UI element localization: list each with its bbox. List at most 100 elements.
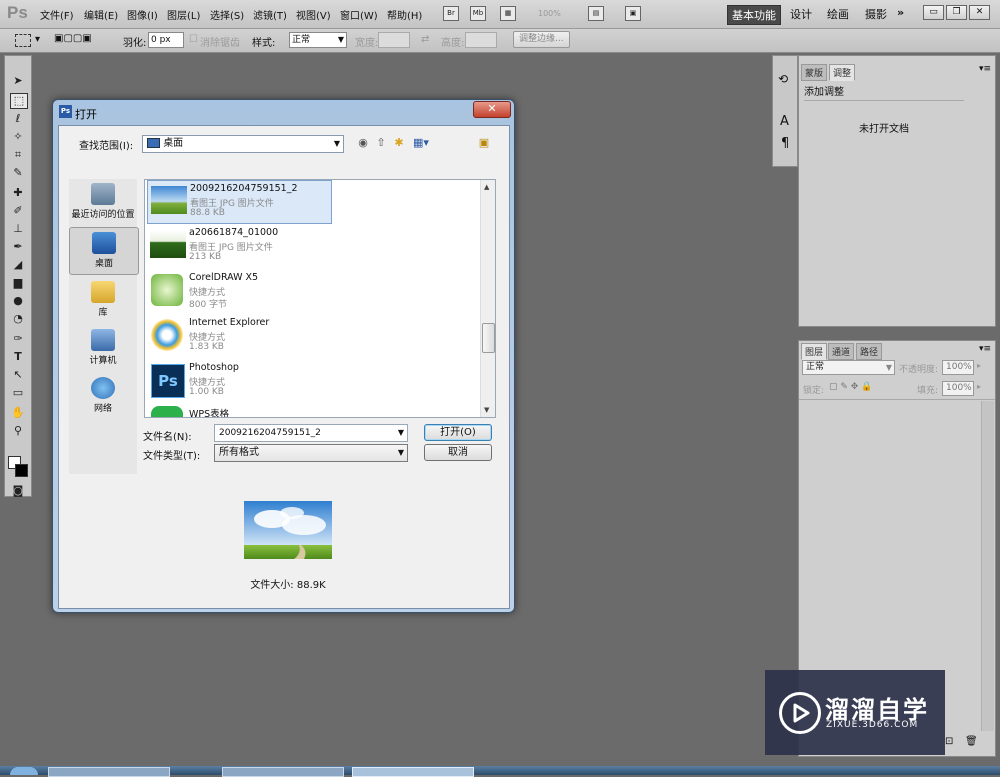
quick-mask-icon[interactable]: ◙ bbox=[10, 484, 26, 498]
place-recent[interactable]: 最近访问的位置 bbox=[69, 179, 137, 225]
workspace-more-button[interactable]: » bbox=[893, 5, 908, 20]
crop-tool-icon[interactable]: ⌗ bbox=[10, 148, 26, 162]
blend-mode-select[interactable]: 正常 ▼ bbox=[802, 360, 895, 375]
rectangle-tool-icon[interactable]: ▭ bbox=[10, 386, 26, 400]
file-item[interactable]: CorelDRAW X5 快捷方式 800 字节 bbox=[147, 270, 330, 312]
brush-tool-icon[interactable]: ✐ bbox=[10, 204, 26, 218]
lock-icons[interactable]: ▢ ✎ ✥ 🔒 bbox=[829, 382, 872, 392]
restore-icon[interactable]: ❐ bbox=[946, 5, 967, 20]
menu-image[interactable]: 图像(I) bbox=[127, 7, 158, 22]
dodge-tool-icon[interactable]: ◔ bbox=[10, 312, 26, 326]
tab-channels[interactable]: 通道 bbox=[828, 343, 855, 360]
menu-filter[interactable]: 滤镜(T) bbox=[253, 7, 287, 22]
open-button[interactable]: 打开(O) bbox=[424, 424, 492, 441]
workspace-painting[interactable]: 绘画 bbox=[823, 5, 853, 23]
opacity-arrow-icon[interactable]: ▸ bbox=[977, 361, 981, 370]
place-desktop[interactable]: 桌面 bbox=[69, 227, 139, 275]
scroll-down-icon[interactable]: ▼ bbox=[484, 406, 489, 414]
chevron-down-icon[interactable]: ▾ bbox=[35, 34, 40, 45]
file-item[interactable]: WPS表格 bbox=[147, 404, 330, 417]
layers-scrollbar[interactable] bbox=[981, 401, 994, 731]
hand-tool-icon[interactable]: ✋ bbox=[10, 406, 26, 420]
workspace-design[interactable]: 设计 bbox=[786, 5, 816, 23]
tab-adjustments[interactable]: 调整 bbox=[829, 64, 856, 81]
opacity-input[interactable]: 100% bbox=[942, 360, 974, 375]
place-network[interactable]: 网络 bbox=[69, 373, 137, 419]
lasso-tool-icon[interactable]: ℓ bbox=[10, 112, 26, 126]
eyedropper-tool-icon[interactable]: ✎ bbox=[10, 166, 26, 180]
tab-paths[interactable]: 路径 bbox=[856, 343, 883, 360]
bridge-icon[interactable]: Br bbox=[443, 6, 459, 21]
zoom-tool-icon[interactable]: ⚲ bbox=[10, 424, 26, 438]
file-item[interactable]: Internet Explorer 快捷方式 1.83 KB bbox=[147, 315, 330, 357]
new-layer-icon[interactable]: ⊡ bbox=[945, 736, 953, 747]
refine-edge-button[interactable]: 调整边缘... bbox=[513, 31, 570, 48]
taskbar-item[interactable] bbox=[222, 767, 344, 777]
background-color-swatch[interactable] bbox=[15, 464, 28, 477]
workspace-essentials[interactable]: 基本功能 bbox=[727, 5, 781, 25]
file-item[interactable]: a20661874_01000 看图王 JPG 图片文件 213 KB bbox=[147, 225, 330, 267]
paragraph-panel-icon[interactable]: ¶ bbox=[781, 136, 789, 151]
blur-tool-icon[interactable]: ● bbox=[10, 294, 26, 308]
taskbar-item[interactable] bbox=[48, 767, 170, 777]
layers-panel-menu-icon[interactable]: ▾≡ bbox=[979, 344, 991, 354]
eraser-tool-icon[interactable]: ◢ bbox=[10, 258, 26, 272]
marquee-tool-icon[interactable]: ⬚ bbox=[10, 93, 28, 109]
file-list[interactable]: 2009216204759151_2 看图王 JPG 图片文件 88.8 KB … bbox=[144, 179, 496, 418]
dialog-close-button[interactable]: ✕ bbox=[473, 101, 511, 118]
antialias-checkbox[interactable]: ☐ bbox=[189, 34, 198, 45]
selection-mode-icons[interactable]: ▣▢▢▣ bbox=[54, 33, 110, 47]
back-icon[interactable]: ◉ bbox=[356, 136, 370, 149]
new-folder-icon[interactable]: ✱ bbox=[392, 136, 406, 149]
close-icon[interactable]: ✕ bbox=[969, 5, 990, 20]
style-select[interactable]: 正常 ▼ bbox=[289, 32, 347, 48]
marquee-tool-preset-icon[interactable] bbox=[15, 34, 31, 47]
width-input[interactable] bbox=[378, 32, 410, 48]
history-panel-icon[interactable]: ⟲ bbox=[778, 72, 788, 86]
move-tool-icon[interactable]: ➤ bbox=[10, 74, 26, 88]
path-select-tool-icon[interactable]: ↖ bbox=[10, 368, 26, 382]
feather-input[interactable]: 0 px bbox=[148, 32, 184, 48]
healing-brush-tool-icon[interactable]: ✚ bbox=[10, 186, 26, 200]
start-button-icon[interactable] bbox=[10, 767, 38, 775]
zoom-level[interactable]: 100% bbox=[538, 9, 561, 18]
file-list-scrollbar[interactable]: ▲ ▼ bbox=[480, 180, 495, 417]
screen-mode-icon[interactable]: ▣ bbox=[625, 6, 641, 21]
swap-icon[interactable]: ⇄ bbox=[421, 34, 429, 45]
menu-window[interactable]: 窗口(W) bbox=[340, 7, 378, 22]
menu-view[interactable]: 视图(V) bbox=[296, 7, 331, 22]
panel-menu-icon[interactable]: ▾≡ bbox=[979, 64, 991, 74]
menu-help[interactable]: 帮助(H) bbox=[387, 7, 422, 22]
history-brush-tool-icon[interactable]: ✒ bbox=[10, 240, 26, 254]
file-item[interactable]: 2009216204759151_2 看图王 JPG 图片文件 88.8 KB bbox=[147, 180, 332, 224]
delete-layer-icon[interactable]: 🗑 bbox=[965, 736, 978, 747]
clone-stamp-tool-icon[interactable]: ⊥ bbox=[10, 222, 26, 236]
minimize-icon[interactable]: ▭ bbox=[923, 5, 944, 20]
scrollbar-thumb[interactable] bbox=[482, 323, 495, 353]
mini-bridge-icon[interactable]: Mb bbox=[470, 6, 486, 21]
fill-input[interactable]: 100% bbox=[942, 381, 974, 396]
scroll-up-icon[interactable]: ▲ bbox=[484, 183, 489, 191]
view-extras-icon[interactable]: ▦ bbox=[500, 6, 516, 21]
view-menu-icon[interactable]: ▦▾ bbox=[411, 136, 431, 149]
arrange-documents-icon[interactable]: ▤ bbox=[588, 6, 604, 21]
character-panel-icon[interactable]: A bbox=[780, 114, 789, 129]
taskbar-item-active[interactable] bbox=[352, 767, 474, 777]
up-folder-icon[interactable]: ⇧ bbox=[374, 136, 388, 149]
gradient-tool-icon[interactable]: ▆ bbox=[10, 276, 26, 290]
height-input[interactable] bbox=[465, 32, 497, 48]
menu-select[interactable]: 选择(S) bbox=[210, 7, 244, 22]
menu-layer[interactable]: 图层(L) bbox=[167, 7, 200, 22]
tab-layers[interactable]: 图层 bbox=[801, 343, 828, 360]
workspace-photography[interactable]: 摄影 bbox=[861, 5, 891, 23]
pen-tool-icon[interactable]: ✑ bbox=[10, 332, 26, 346]
menu-edit[interactable]: 编辑(E) bbox=[84, 7, 118, 22]
file-item[interactable]: Ps Photoshop 快捷方式 1.00 KB bbox=[147, 360, 330, 402]
filetype-select[interactable]: 所有格式 ▼ bbox=[214, 444, 408, 462]
cancel-button[interactable]: 取消 bbox=[424, 444, 492, 461]
fill-arrow-icon[interactable]: ▸ bbox=[977, 382, 981, 391]
lookin-select[interactable]: 桌面 ▼ bbox=[142, 135, 344, 153]
browse-folder-icon[interactable]: ▣ bbox=[477, 136, 491, 149]
tab-masks[interactable]: 蒙版 bbox=[801, 64, 828, 81]
filename-input[interactable]: 2009216204759151_2 ▼ bbox=[214, 424, 408, 442]
